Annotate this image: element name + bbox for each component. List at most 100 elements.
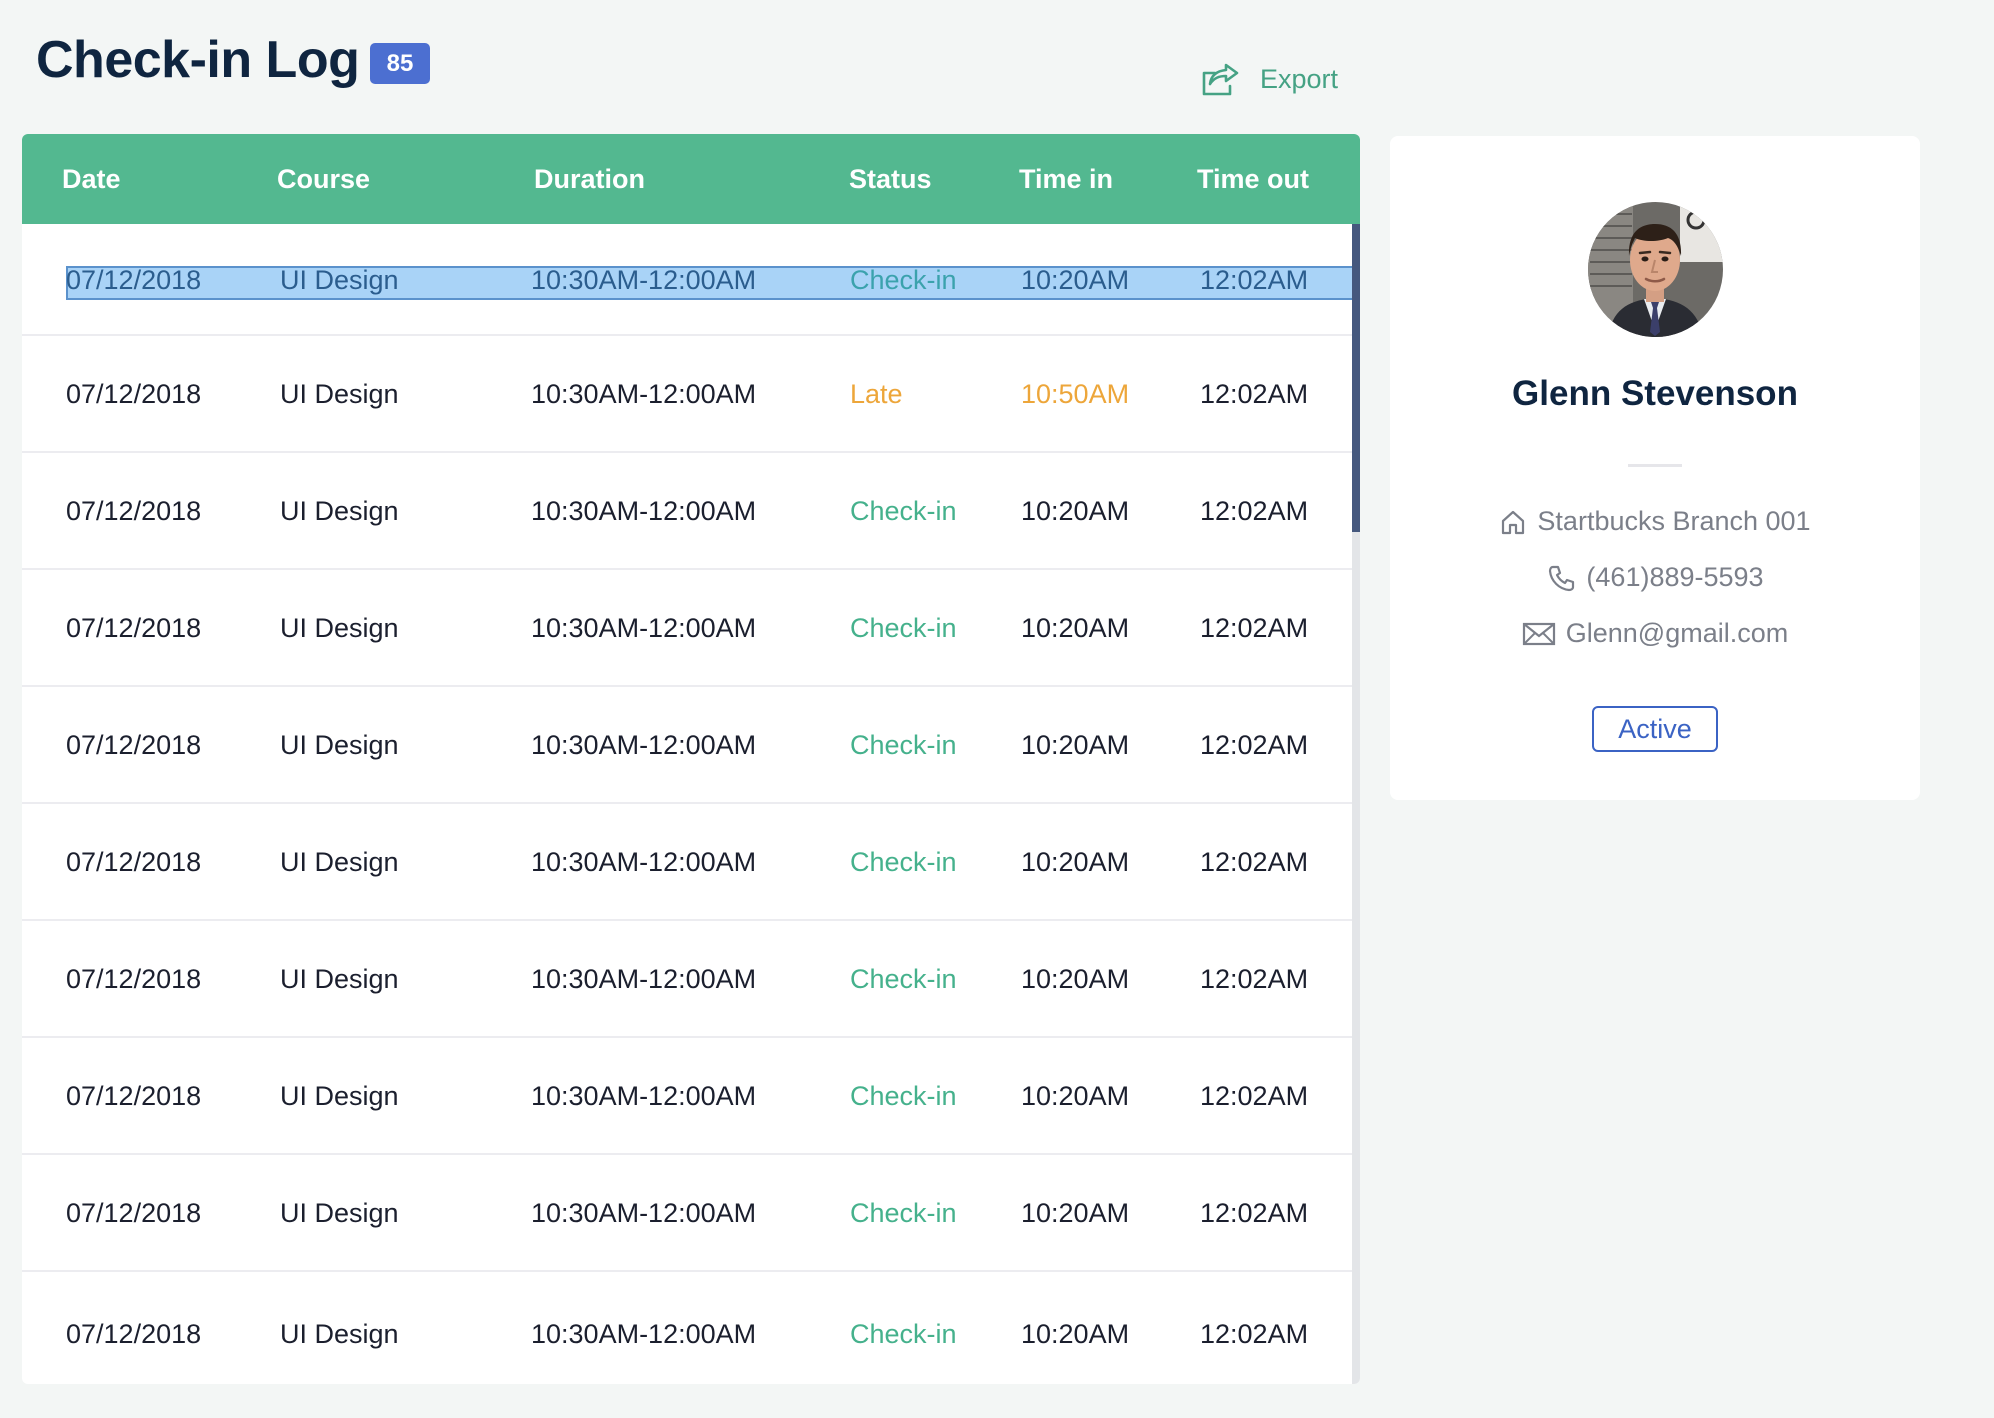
- cell-time-in: 10:20AM: [1021, 1081, 1130, 1111]
- profile-name: Glenn Stevenson: [1512, 374, 1798, 413]
- cell-course: UI Design: [280, 847, 399, 877]
- cell-time-out: 12:02AM: [1200, 265, 1309, 295]
- table-row[interactable]: 07/12/2018 UI Design 10:30AM-12:00AM Che…: [22, 453, 1352, 570]
- cell-time-out: 12:02AM: [1200, 379, 1309, 409]
- envelope-icon: [1522, 621, 1556, 647]
- table-row[interactable]: 07/12/2018 UI Design 10:30AM-12:00AM Che…: [22, 570, 1352, 687]
- table-row[interactable]: 07/12/2018 UI Design 10:30AM-12:00AM Che…: [22, 1155, 1352, 1272]
- cell-time-out: 12:02AM: [1200, 496, 1309, 526]
- scrollbar-track[interactable]: [1352, 224, 1360, 1384]
- count-badge: 85: [370, 43, 430, 84]
- cell-duration: 10:30AM-12:00AM: [531, 613, 757, 643]
- cell-course: UI Design: [280, 1319, 399, 1349]
- table-row[interactable]: 07/12/2018 UI Design 10:30AM-12:00AM Che…: [22, 921, 1352, 1038]
- cell-duration: 10:30AM-12:00AM: [531, 1081, 757, 1111]
- cell-status: Late: [850, 379, 903, 409]
- cell-time-out: 12:02AM: [1200, 1081, 1309, 1111]
- column-header-status[interactable]: Status: [849, 134, 932, 224]
- cell-status: Check-in: [850, 613, 957, 643]
- scrollbar-thumb[interactable]: [1352, 224, 1360, 532]
- cell-date: 07/12/2018: [66, 730, 202, 760]
- page-title: Check-in Log: [36, 31, 360, 89]
- cell-status: Check-in: [850, 1198, 957, 1228]
- cell-status: Check-in: [850, 730, 957, 760]
- cell-time-in: 10:20AM: [1021, 964, 1130, 994]
- cell-time-in: 10:50AM: [1021, 379, 1130, 409]
- table-body: 07/12/2018 UI Design 10:30AM-12:00AM Che…: [22, 224, 1358, 1384]
- table-row[interactable]: 07/12/2018 UI Design 10:30AM-12:00AM Che…: [22, 224, 1358, 336]
- cell-time-in: 10:20AM: [1021, 847, 1130, 877]
- cell-date: 07/12/2018: [66, 1198, 202, 1228]
- column-header-date[interactable]: Date: [62, 134, 121, 224]
- export-icon: [1200, 61, 1240, 97]
- branch-info: Startbucks Branch 001: [1390, 506, 1920, 537]
- cell-date: 07/12/2018: [66, 847, 202, 877]
- cell-status: Check-in: [850, 265, 957, 295]
- cell-date: 07/12/2018: [66, 1319, 202, 1349]
- cell-time-in: 10:20AM: [1021, 1319, 1130, 1349]
- home-icon: [1499, 508, 1527, 536]
- cell-time-in: 10:20AM: [1021, 613, 1130, 643]
- cell-duration: 10:30AM-12:00AM: [531, 964, 757, 994]
- branch-text: Startbucks Branch 001: [1537, 506, 1811, 536]
- column-header-time-out[interactable]: Time out: [1197, 134, 1309, 224]
- cell-course: UI Design: [280, 496, 399, 526]
- export-button[interactable]: Export: [1200, 57, 1338, 101]
- cell-course: UI Design: [280, 964, 399, 994]
- cell-time-out: 12:02AM: [1200, 847, 1309, 877]
- export-label: Export: [1260, 63, 1339, 94]
- cell-status: Check-in: [850, 847, 957, 877]
- avatar: [1588, 202, 1723, 337]
- cell-time-out: 12:02AM: [1200, 730, 1309, 760]
- table-row[interactable]: 07/12/2018 UI Design 10:30AM-12:00AM Che…: [22, 687, 1352, 804]
- table-header: Date Course Duration Status Time in Time…: [22, 134, 1360, 224]
- profile-card: Glenn Stevenson Startbucks Branch 001 (4…: [1390, 136, 1920, 800]
- cell-duration: 10:30AM-12:00AM: [531, 1319, 757, 1349]
- phone-text: (461)889-5593: [1586, 562, 1764, 592]
- table-row[interactable]: 07/12/2018 UI Design 10:30AM-12:00AM Lat…: [22, 336, 1352, 453]
- cell-time-out: 12:02AM: [1200, 613, 1309, 643]
- cell-date: 07/12/2018: [66, 379, 202, 409]
- email-info: Glenn@gmail.com: [1390, 618, 1920, 649]
- cell-course: UI Design: [280, 1198, 399, 1228]
- table-row[interactable]: 07/12/2018 UI Design 10:30AM-12:00AM Che…: [22, 804, 1352, 921]
- cell-duration: 10:30AM-12:00AM: [531, 730, 757, 760]
- cell-time-out: 12:02AM: [1200, 964, 1309, 994]
- cell-time-in: 10:20AM: [1021, 265, 1130, 295]
- cell-duration: 10:30AM-12:00AM: [531, 379, 757, 409]
- table-row[interactable]: 07/12/2018 UI Design 10:30AM-12:00AM Che…: [22, 1272, 1352, 1384]
- cell-course: UI Design: [280, 730, 399, 760]
- cell-status: Check-in: [850, 1319, 957, 1349]
- cell-time-out: 12:02AM: [1200, 1198, 1309, 1228]
- cell-duration: 10:30AM-12:00AM: [531, 1198, 757, 1228]
- cell-status: Check-in: [850, 496, 957, 526]
- cell-course: UI Design: [280, 265, 399, 295]
- cell-time-in: 10:20AM: [1021, 1198, 1130, 1228]
- checkin-table: Date Course Duration Status Time in Time…: [22, 134, 1360, 1384]
- cell-date: 07/12/2018: [66, 964, 202, 994]
- phone-info: (461)889-5593: [1390, 562, 1920, 593]
- cell-date: 07/12/2018: [66, 265, 202, 295]
- column-header-time-in[interactable]: Time in: [1019, 134, 1113, 224]
- column-header-course[interactable]: Course: [277, 134, 370, 224]
- email-text[interactable]: Glenn@gmail.com: [1566, 618, 1789, 649]
- cell-time-in: 10:20AM: [1021, 730, 1130, 760]
- column-header-duration[interactable]: Duration: [534, 134, 645, 224]
- divider: [1628, 464, 1682, 467]
- cell-status: Check-in: [850, 1081, 957, 1111]
- cell-date: 07/12/2018: [66, 496, 202, 526]
- cell-course: UI Design: [280, 613, 399, 643]
- cell-duration: 10:30AM-12:00AM: [531, 265, 757, 295]
- cell-status: Check-in: [850, 964, 957, 994]
- cell-date: 07/12/2018: [66, 1081, 202, 1111]
- cell-time-in: 10:20AM: [1021, 496, 1130, 526]
- status-badge: Active: [1592, 706, 1718, 752]
- cell-duration: 10:30AM-12:00AM: [531, 496, 757, 526]
- cell-duration: 10:30AM-12:00AM: [531, 847, 757, 877]
- cell-date: 07/12/2018: [66, 613, 202, 643]
- phone-icon: [1546, 563, 1576, 593]
- cell-time-out: 12:02AM: [1200, 1319, 1309, 1349]
- cell-course: UI Design: [280, 379, 399, 409]
- cell-course: UI Design: [280, 1081, 399, 1111]
- table-row[interactable]: 07/12/2018 UI Design 10:30AM-12:00AM Che…: [22, 1038, 1352, 1155]
